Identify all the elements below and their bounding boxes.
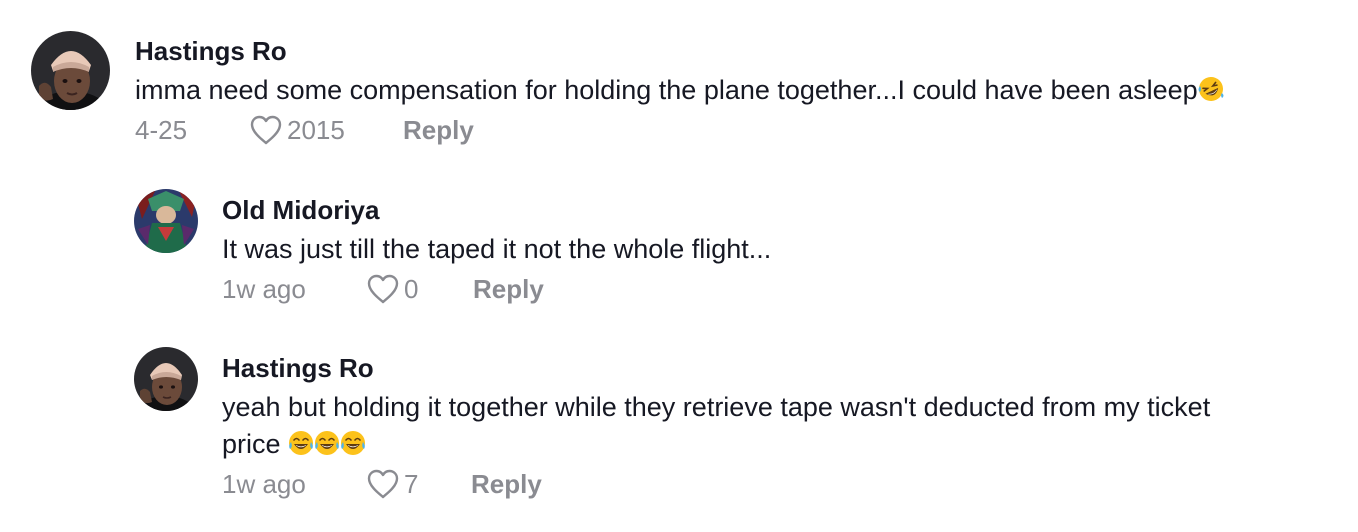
face-with-tears-of-joy-emoji [288, 430, 314, 456]
avatar[interactable] [134, 189, 198, 253]
reply-button[interactable]: Reply [403, 115, 474, 146]
rolling-on-floor-laughing-emoji [1198, 76, 1224, 102]
face-with-tears-of-joy-emoji [314, 430, 340, 456]
heart-icon [367, 469, 399, 499]
heart-icon [250, 115, 282, 145]
comment-text-line: price [222, 426, 1347, 463]
comment-text: It was just till the taped it not the wh… [222, 234, 772, 264]
comment-meta: 1w ago 0 Reply [222, 273, 544, 305]
comment-text-body: price [222, 429, 281, 459]
like-button[interactable]: 2015 [249, 114, 403, 146]
comment-meta: 1w ago 7 Reply [222, 468, 542, 500]
reply-comment: Old Midoriya It was just till the taped … [0, 170, 1358, 330]
comment-text: yeah but holding it together while they … [222, 389, 1347, 463]
comment-author[interactable]: Hastings Ro [222, 353, 374, 384]
comment-author[interactable]: Hastings Ro [135, 36, 287, 67]
comment: Hastings Ro imma need some compensation … [0, 0, 1358, 170]
like-button[interactable]: 0 [366, 273, 473, 305]
avatar-image [31, 31, 110, 110]
comment-date: 1w ago [222, 468, 306, 499]
avatar-image [134, 189, 198, 253]
avatar-image [134, 347, 198, 411]
comment-text: imma need some compensation for holding … [135, 72, 1345, 109]
comment-meta: 4-25 2015 Reply [135, 114, 474, 146]
comment-text-line: yeah but holding it together while they … [222, 392, 1211, 422]
avatar[interactable] [134, 347, 198, 411]
like-count: 0 [404, 273, 419, 304]
comment-author[interactable]: Old Midoriya [222, 195, 379, 226]
reply-comment: Hastings Ro yeah but holding it together… [0, 330, 1358, 532]
avatar[interactable] [31, 31, 110, 110]
comment-date: 1w ago [222, 273, 306, 304]
reply-button[interactable]: Reply [473, 274, 544, 305]
comment-text-body: imma need some compensation for holding … [135, 75, 1198, 105]
reply-button[interactable]: Reply [471, 469, 542, 500]
like-count: 2015 [287, 114, 345, 145]
comment-date: 4-25 [135, 114, 188, 145]
like-button[interactable]: 7 [366, 468, 471, 500]
like-count: 7 [404, 468, 419, 499]
heart-icon [367, 274, 399, 304]
face-with-tears-of-joy-emoji [340, 430, 366, 456]
